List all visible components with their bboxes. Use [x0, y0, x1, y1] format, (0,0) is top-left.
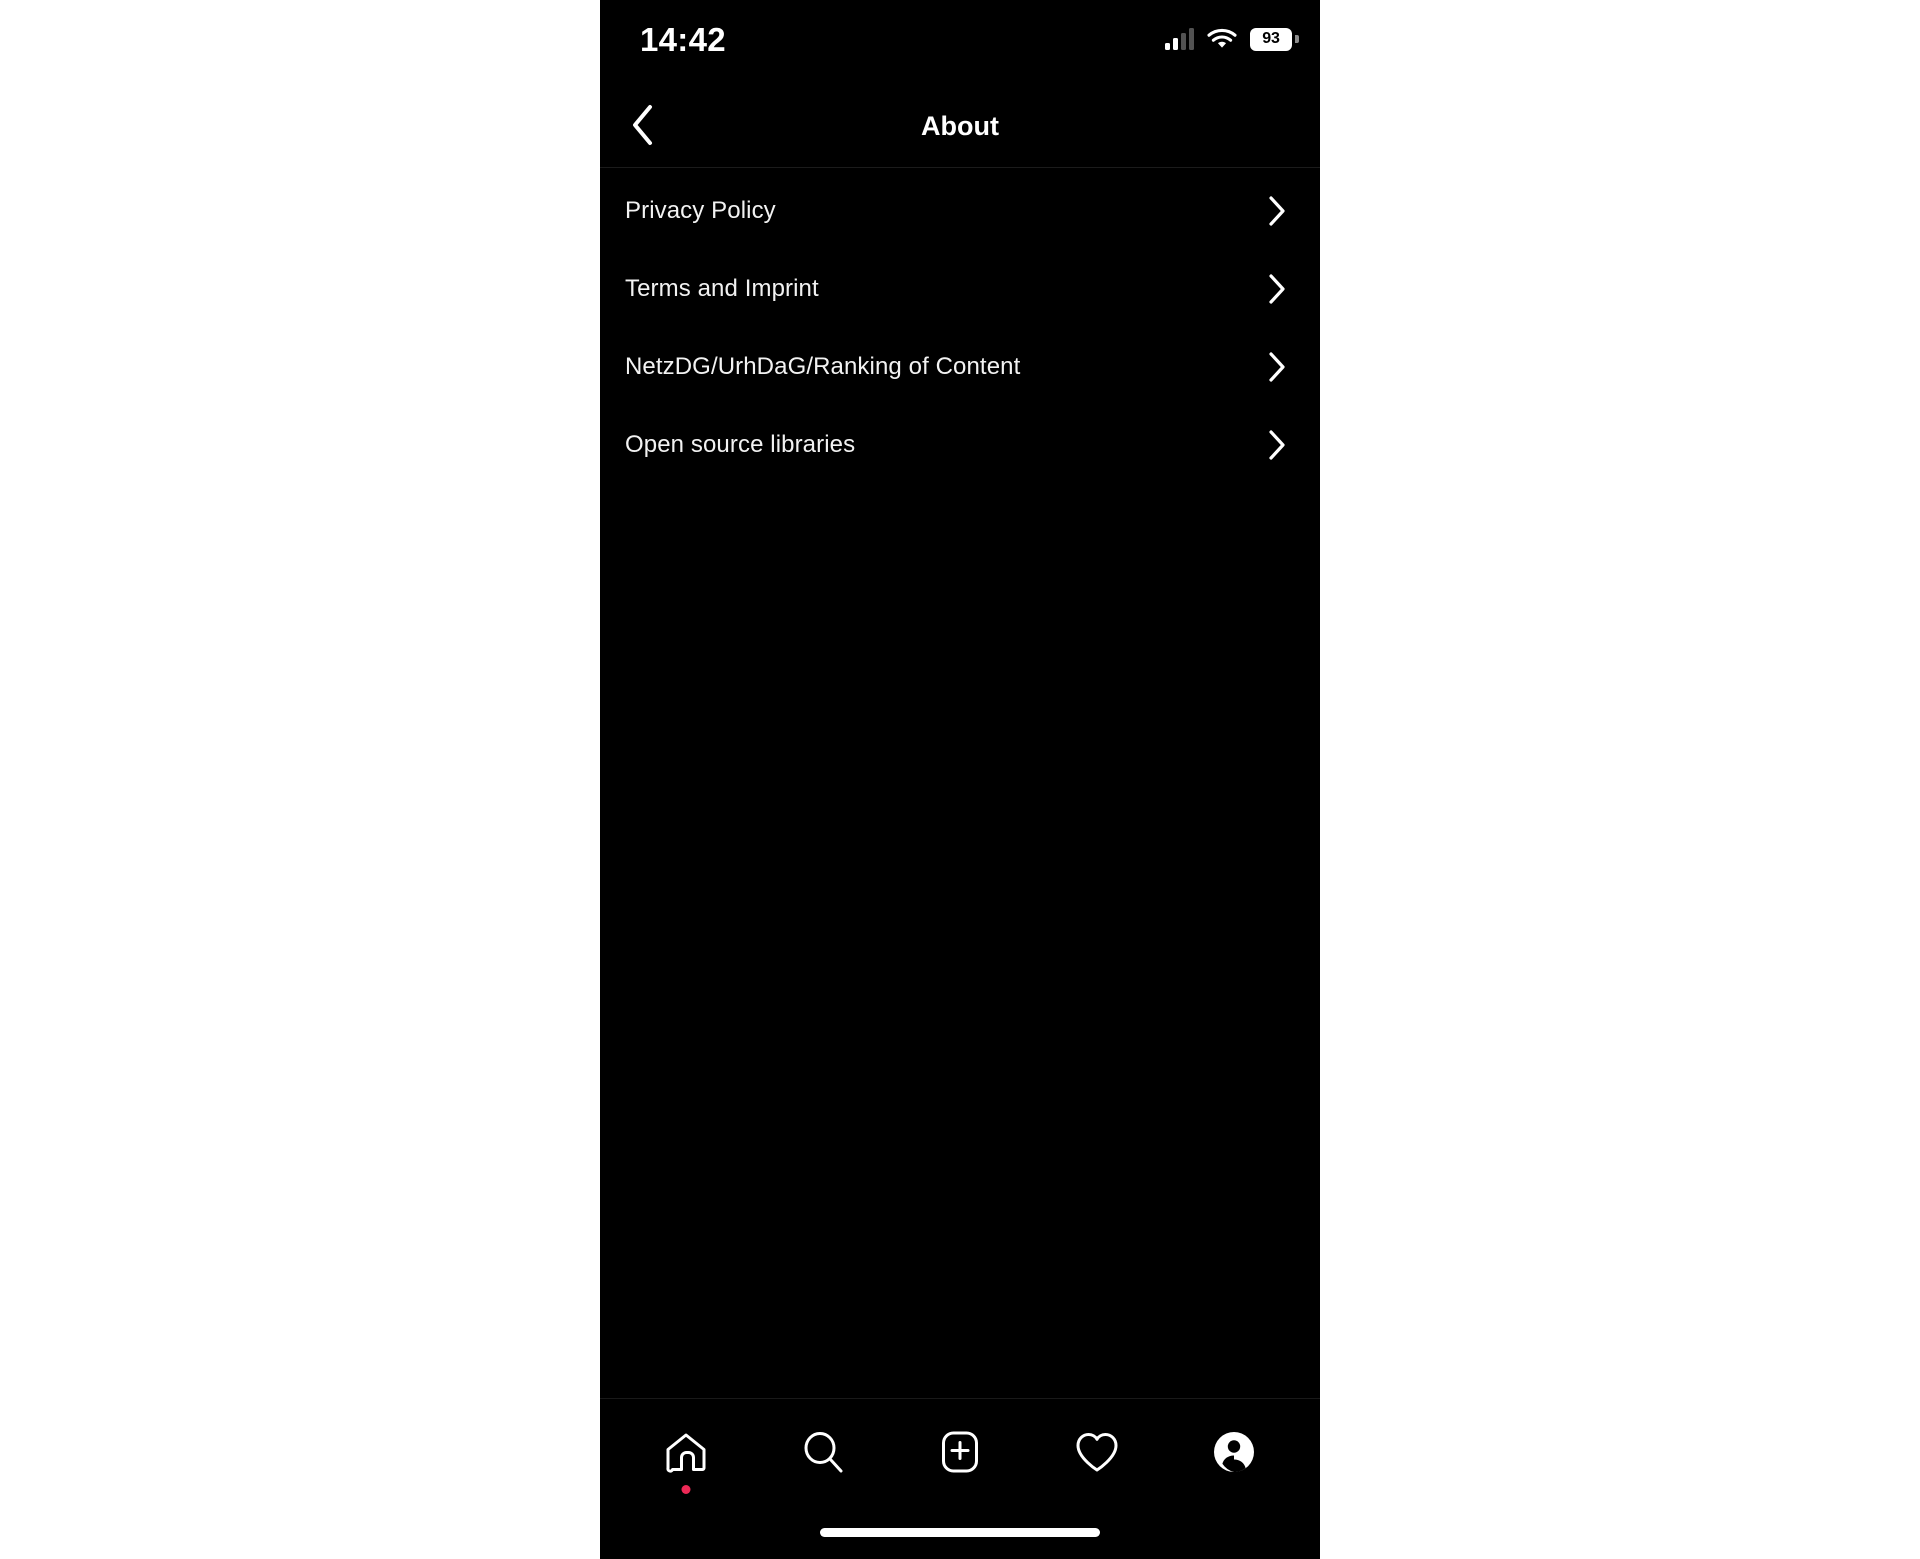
tab-bar-items — [600, 1399, 1320, 1509]
chevron-right-icon — [1264, 274, 1290, 304]
tab-activity[interactable] — [1051, 1408, 1143, 1500]
search-icon — [800, 1429, 846, 1480]
status-bar-icons: 93 — [1165, 22, 1299, 56]
chevron-right-icon — [1264, 352, 1290, 382]
list-item-label: Terms and Imprint — [625, 275, 819, 302]
battery-level-text: 93 — [1262, 30, 1280, 47]
tab-create[interactable] — [914, 1408, 1006, 1500]
list-item-terms-and-imprint[interactable]: Terms and Imprint — [600, 250, 1320, 328]
battery-icon: 93 — [1250, 27, 1299, 51]
list-item-netzdg-urhdag-ranking-of-content[interactable]: NetzDG/UrhDaG/Ranking of Content — [600, 328, 1320, 406]
screenshot-root: 14:42 93 About Privacy Policy Terms and … — [0, 0, 1920, 1559]
tab-home[interactable] — [640, 1408, 732, 1500]
list-item-label: Privacy Policy — [625, 197, 776, 224]
heart-icon — [1073, 1429, 1121, 1480]
home-indicator — [820, 1528, 1100, 1537]
status-bar: 14:42 93 — [600, 0, 1320, 88]
chevron-right-icon — [1264, 430, 1290, 460]
list-item-open-source-libraries[interactable]: Open source libraries — [600, 406, 1320, 484]
chevron-right-icon — [1264, 196, 1290, 226]
home-notification-badge — [681, 1485, 691, 1494]
cellular-bars-icon — [1165, 28, 1194, 50]
phone-screen: 14:42 93 About Privacy Policy Terms and … — [600, 0, 1320, 1559]
home-icon — [663, 1429, 709, 1480]
tab-profile[interactable] — [1188, 1408, 1280, 1500]
list-item-privacy-policy[interactable]: Privacy Policy — [600, 172, 1320, 250]
wifi-icon — [1207, 28, 1237, 50]
tab-search[interactable] — [777, 1408, 869, 1500]
list-item-label: NetzDG/UrhDaG/Ranking of Content — [625, 353, 1021, 380]
plus-square-icon — [937, 1429, 983, 1480]
nav-bar: About — [600, 88, 1320, 168]
status-bar-time: 14:42 — [640, 21, 726, 58]
page-title: About — [921, 111, 999, 141]
about-list: Privacy Policy Terms and Imprint NetzDG/… — [600, 168, 1320, 484]
list-item-label: Open source libraries — [625, 431, 856, 458]
bottom-tab-bar — [600, 1398, 1320, 1559]
profile-avatar-icon — [1211, 1429, 1257, 1480]
